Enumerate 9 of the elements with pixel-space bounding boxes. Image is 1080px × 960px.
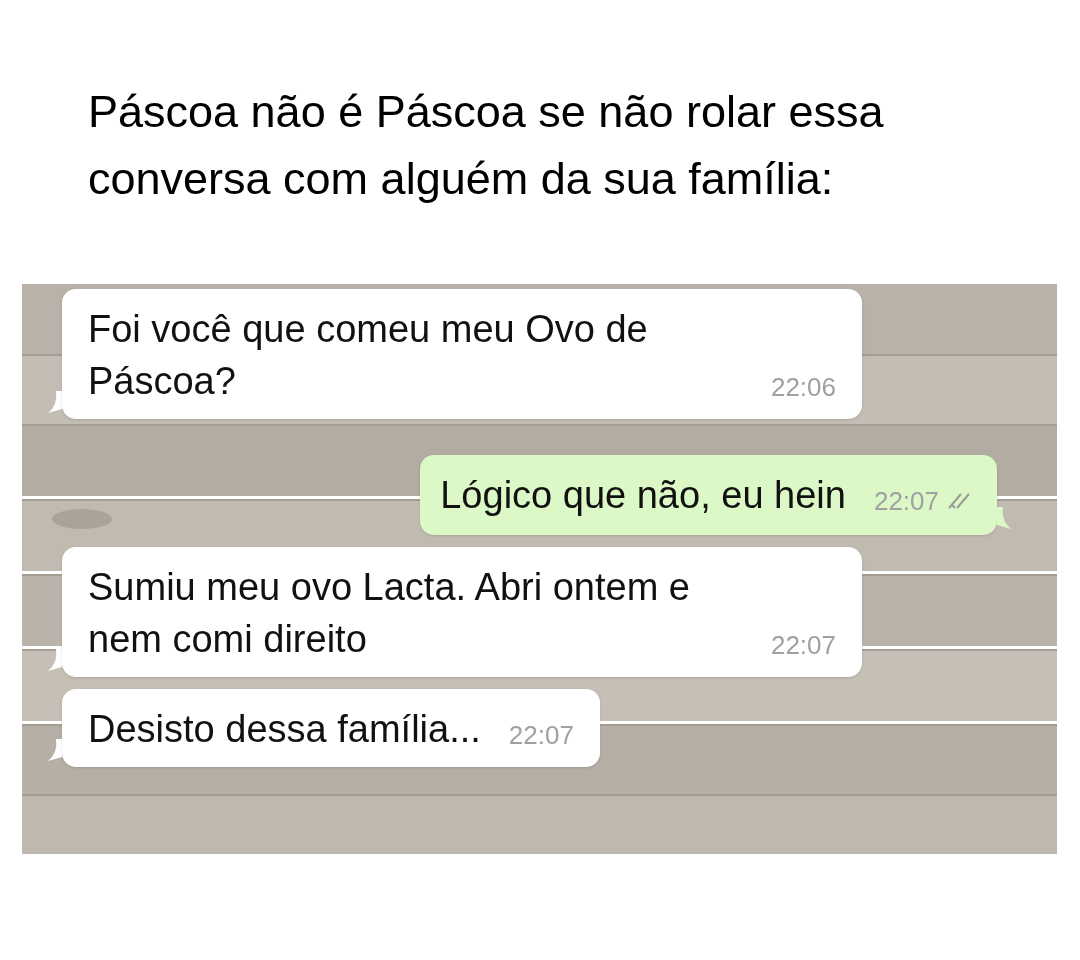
message-time: 22:06: [770, 371, 836, 404]
message-time: 22:07: [873, 485, 939, 518]
message-text: Desisto dessa família...: [88, 707, 481, 752]
message-time: 22:07: [508, 719, 574, 752]
message-text: Foi você que comeu meu Ovo de Páscoa?: [88, 307, 649, 404]
caption: Páscoa não é Páscoa se não rolar essa conversa com alguém da sua família:: [88, 85, 885, 206]
message-time: 22:07: [770, 629, 836, 662]
message-text: Sumiu meu ovo Lacta. Abri ontem e nem comi direito: [88, 565, 691, 662]
message-text: Lógico que não, eu hein: [440, 473, 846, 518]
